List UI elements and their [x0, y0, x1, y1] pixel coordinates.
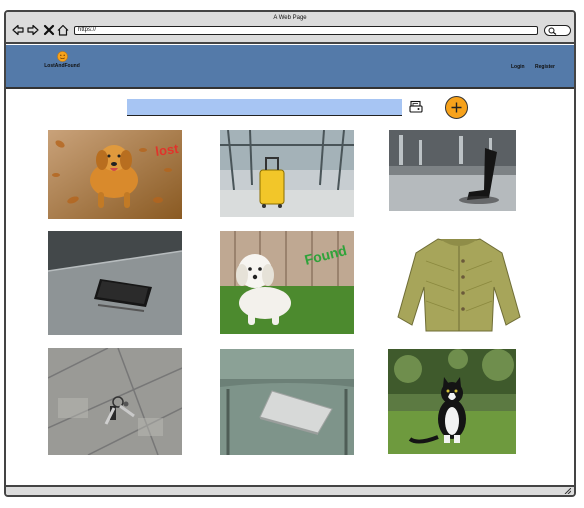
laptop-photo	[220, 349, 354, 455]
window-title: A Web Page	[273, 15, 307, 21]
item-card-suitcase[interactable]	[220, 130, 354, 217]
url-input[interactable]: https://	[74, 26, 538, 35]
plus-icon	[451, 102, 462, 113]
magnifier-icon	[548, 27, 557, 35]
forward-arrow-icon[interactable]	[27, 24, 39, 36]
puppy-photo: Found	[220, 231, 354, 334]
search-input[interactable]	[127, 99, 402, 116]
item-card-laptop[interactable]	[220, 349, 354, 455]
dog-photo: lost	[48, 130, 182, 219]
status-bar	[6, 485, 574, 495]
phone-photo	[48, 231, 182, 335]
logo[interactable]: LostAndFound	[32, 51, 92, 69]
back-arrow-icon[interactable]	[12, 24, 24, 36]
item-card-cat[interactable]	[388, 349, 516, 454]
jacket-photo	[394, 231, 524, 337]
browser-titlebar: A Web Page https://	[6, 12, 574, 44]
image-search-icon[interactable]	[409, 100, 423, 114]
chair-photo	[389, 130, 516, 211]
login-link[interactable]: Login	[511, 64, 525, 70]
app-header: LostAndFound Login Register	[6, 45, 574, 89]
resize-grip-icon[interactable]	[563, 488, 571, 494]
suitcase-photo	[220, 130, 354, 217]
cat-photo	[388, 349, 516, 454]
item-card-chair[interactable]	[389, 130, 516, 211]
logo-text: LostAndFound	[44, 63, 80, 69]
item-card-jacket[interactable]	[394, 231, 524, 337]
item-card-keys[interactable]	[48, 348, 182, 455]
smiley-logo-icon	[56, 51, 68, 62]
browser-search-button[interactable]	[544, 25, 571, 36]
item-card-dog[interactable]: lost	[48, 130, 182, 219]
add-item-button[interactable]	[445, 96, 468, 119]
item-card-puppy[interactable]: Found	[220, 231, 354, 334]
item-card-phone[interactable]	[48, 231, 182, 335]
home-icon[interactable]	[57, 24, 69, 36]
close-icon[interactable]	[43, 24, 55, 36]
register-link[interactable]: Register	[535, 64, 555, 70]
keys-photo	[48, 348, 182, 455]
browser-window: A Web Page https:// LostAndFound Login R…	[4, 10, 576, 497]
